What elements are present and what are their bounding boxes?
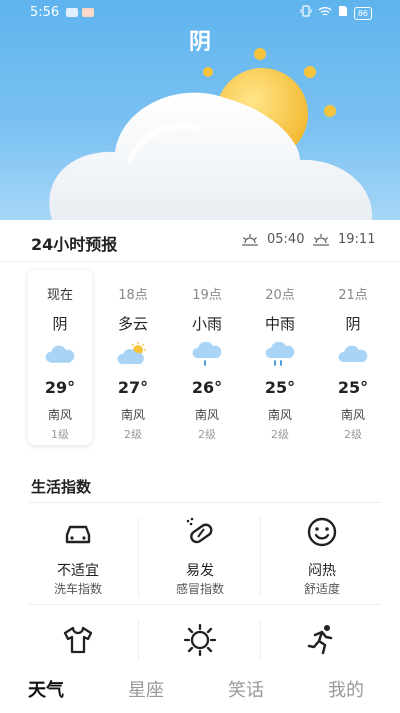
hour-label: 21点 <box>338 288 368 303</box>
hour-condition: 中雨 <box>264 315 295 333</box>
life-index-name: 感冒指数 <box>175 582 224 596</box>
life-index-item[interactable]: 不适宜 洗车指数 <box>18 505 138 605</box>
tshirt-icon <box>63 626 93 654</box>
vibrate-icon <box>300 5 312 21</box>
forecast-header: 24小时预报 05:40 19:11 <box>0 220 400 262</box>
hour-wind: 南风 <box>47 408 72 422</box>
status-bar: 5:56 86 <box>0 0 400 26</box>
sun-icon <box>183 623 217 657</box>
hour-wind: 南风 <box>120 408 145 422</box>
cloudy-icon <box>338 345 368 362</box>
hour-label: 20点 <box>265 288 295 303</box>
nav-mine[interactable]: 我的 <box>328 676 364 702</box>
hour-temp: 25° <box>264 378 296 397</box>
hour-wind: 南风 <box>340 408 365 422</box>
sim-icon <box>338 5 348 21</box>
car-icon <box>65 525 91 544</box>
divider <box>260 517 261 597</box>
hour-condition: 小雨 <box>191 315 222 333</box>
life-index-value: 闷热 <box>308 563 336 579</box>
life-index-item[interactable] <box>18 617 138 662</box>
notification-app-icon <box>66 8 78 17</box>
sunrise-icon <box>242 233 258 246</box>
life-index-name: 舒适度 <box>303 582 340 596</box>
hour-wind-level: 1级 <box>51 428 69 441</box>
nav-horoscope[interactable]: 星座 <box>128 676 164 702</box>
hour-condition: 多云 <box>117 315 148 333</box>
hour-column[interactable]: 18点 多云 27° 南风 2级 <box>101 270 165 445</box>
nav-weather[interactable]: 天气 <box>28 676 64 702</box>
wifi-icon <box>318 6 332 21</box>
sunrise-time: 05:40 <box>267 232 305 247</box>
hour-wind: 南风 <box>267 408 292 422</box>
pill-icon <box>186 517 213 544</box>
life-index-grid: 不适宜 洗车指数 易发 感冒指数 闷热 舒适度 <box>18 505 382 660</box>
sun-cloud-illustration <box>49 48 373 220</box>
hour-column[interactable]: 20点 中雨 25° 南风 2级 <box>248 270 312 445</box>
hour-wind-level: 2级 <box>271 428 289 441</box>
life-index-item[interactable]: 闷热 舒适度 <box>262 505 382 605</box>
cloudy-icon <box>45 345 75 363</box>
divider <box>260 620 261 660</box>
forecast-title: 24小时预报 <box>31 235 118 254</box>
hour-label: 19点 <box>192 288 222 303</box>
hour-temp: 26° <box>191 378 223 397</box>
hour-temp: 25° <box>337 378 369 397</box>
hour-label: 18点 <box>118 288 148 303</box>
hour-temp: 27° <box>117 378 149 397</box>
life-index-title: 生活指数 <box>31 478 92 496</box>
weather-hero: 5:56 86 阴 <box>0 0 400 220</box>
life-index-item[interactable] <box>262 617 382 662</box>
life-index-item[interactable]: 易发 感冒指数 <box>140 505 260 605</box>
life-index-value: 易发 <box>186 563 214 579</box>
sunset-time: 19:11 <box>338 232 376 247</box>
sunrise: 05:40 <box>241 232 304 247</box>
message-app-icon <box>82 8 94 17</box>
hour-wind-level: 2级 <box>198 428 216 441</box>
partly-cloudy-icon <box>117 342 146 364</box>
life-index-item[interactable] <box>140 617 260 662</box>
hour-temp: 29° <box>44 378 76 397</box>
hour-column[interactable]: 19点 小雨 26° 南风 2级 <box>175 270 239 445</box>
hour-condition: 阴 <box>345 315 361 333</box>
bottom-nav: 天气 星座 笑话 我的 <box>0 668 400 713</box>
battery-icon: 86 <box>353 6 372 20</box>
moderate-rain-icon <box>265 342 295 366</box>
light-rain-icon <box>192 342 222 366</box>
divider <box>138 517 139 597</box>
running-icon <box>307 625 333 655</box>
hour-condition: 阴 <box>52 315 68 333</box>
sunset: 19:11 <box>312 232 375 247</box>
hour-column[interactable]: 21点 阴 25° 南风 2级 <box>321 270 385 445</box>
divider <box>29 502 381 503</box>
sunset-icon <box>313 233 329 246</box>
hour-label: 现在 <box>46 288 73 303</box>
hour-wind-level: 2级 <box>344 428 362 441</box>
hour-wind-level: 2级 <box>124 428 142 441</box>
hour-column[interactable]: 现在 阴 29° 南风 1级 <box>28 270 92 445</box>
divider <box>138 620 139 660</box>
hour-wind: 南风 <box>194 408 219 422</box>
divider <box>29 604 381 605</box>
nav-jokes[interactable]: 笑话 <box>228 676 264 702</box>
smiley-icon <box>307 517 337 547</box>
life-index-name: 洗车指数 <box>53 582 102 596</box>
life-index-value: 不适宜 <box>57 563 99 579</box>
status-time: 5:56 <box>30 5 60 20</box>
hourly-forecast[interactable]: 现在 阴 29° 南风 1级 18点 多云 27° 南风 2级 19点 小雨 2… <box>0 262 400 457</box>
